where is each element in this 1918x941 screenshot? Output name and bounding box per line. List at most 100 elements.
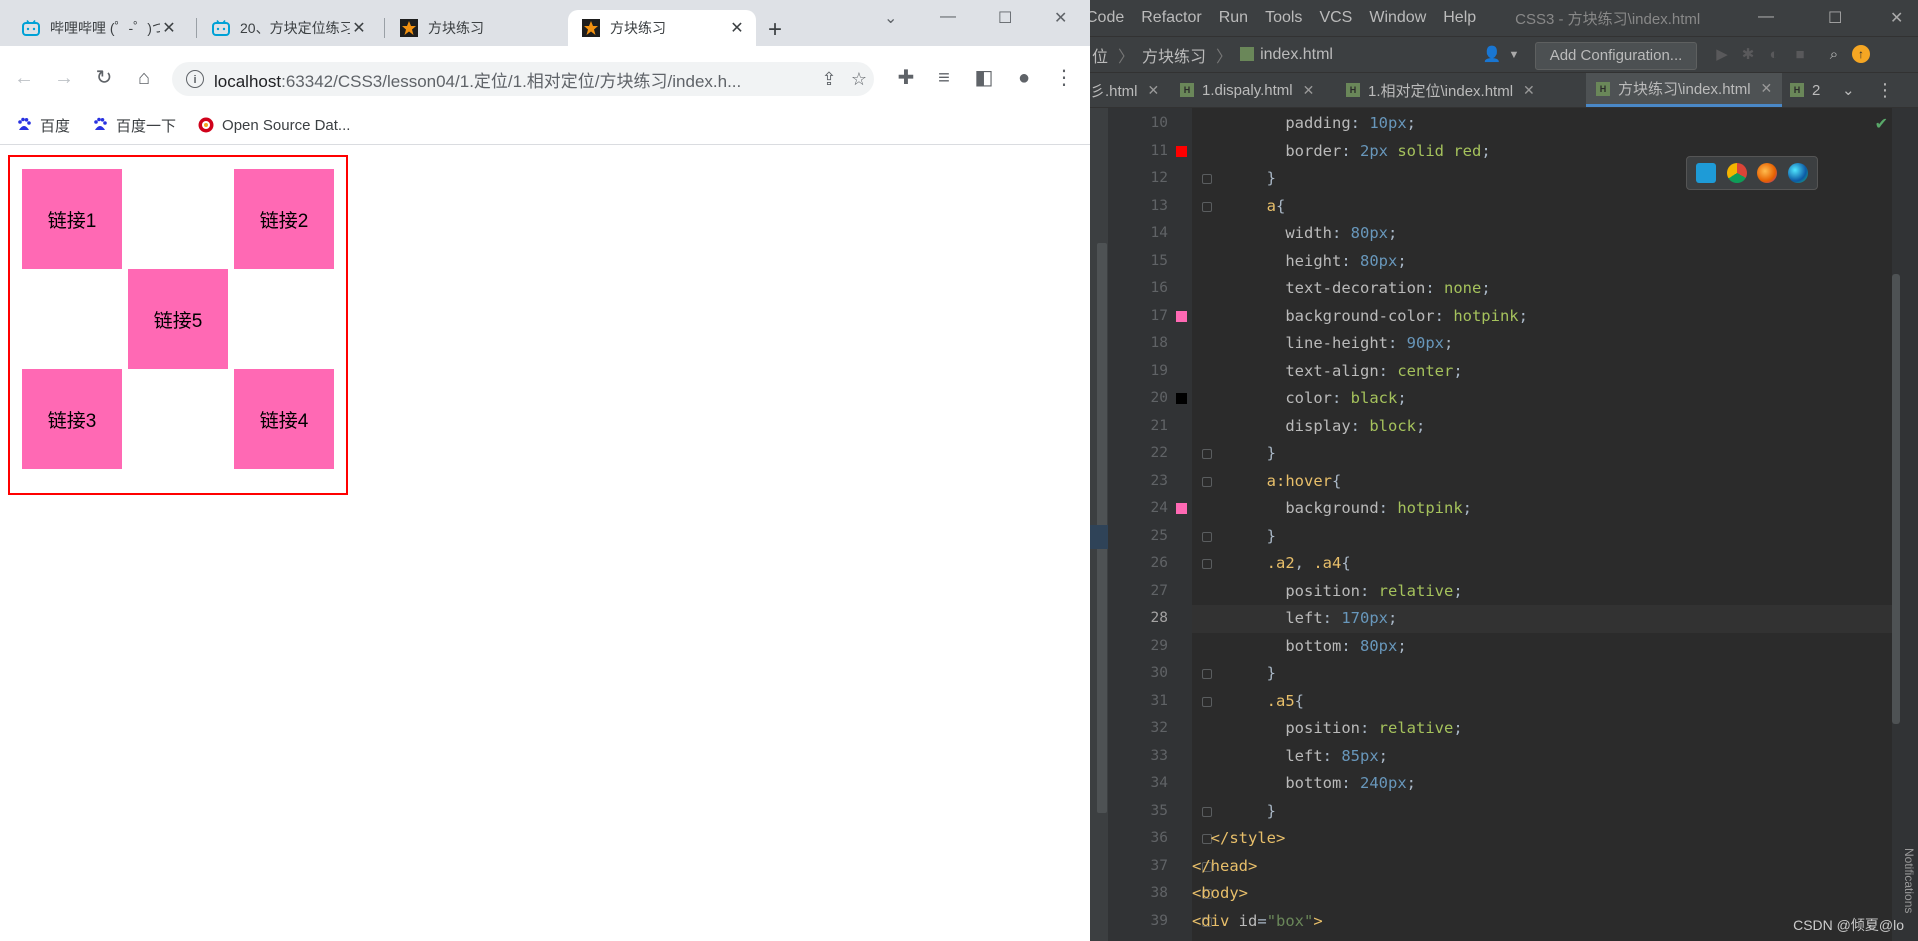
tab-exercise-2-active[interactable]: 方块练习 ✕ [568,10,756,46]
minimize-icon[interactable]: — [1758,8,1774,26]
code-line[interactable]: position: relative; [1192,578,1892,606]
menu-code[interactable]: Code [1090,9,1124,27]
code-line[interactable]: background-color: hotpink; [1192,303,1892,331]
code-line[interactable]: .a2, .a4{ [1192,550,1892,578]
link-4[interactable]: 链接4 [234,369,334,469]
tab-exercise-1[interactable]: 方块练习 [386,10,566,46]
color-swatch-icon[interactable] [1176,393,1187,404]
color-swatch-icon[interactable] [1176,145,1187,157]
code-line[interactable]: } [1192,523,1892,551]
link-1[interactable]: 链接1 [22,169,122,269]
media-icon[interactable]: ≡ [930,64,958,92]
chrome-icon[interactable] [1726,163,1747,183]
link-5[interactable]: 链接5 [128,269,228,369]
breadcrumb-folder[interactable]: 方块练习 [1142,43,1206,67]
more-menu-icon[interactable]: ⋮ [1050,64,1078,92]
inspection-ok-icon[interactable]: ✔ [1875,114,1888,134]
menu-run[interactable]: Run [1219,9,1248,27]
code-line[interactable]: } [1192,440,1892,468]
code-line[interactable]: height: 80px; [1192,248,1892,276]
code-line[interactable]: width: 80px; [1192,220,1892,248]
breadcrumb-file[interactable]: index.html [1240,46,1333,64]
firefox-icon[interactable] [1757,163,1778,183]
close-icon[interactable]: ✕ [1523,82,1535,99]
bookmark-baidu-search[interactable]: 百度一下 [92,115,176,136]
close-icon[interactable]: ✕ [1761,80,1773,97]
info-icon[interactable]: i [186,70,204,88]
file-tab[interactable]: H 1.dispaly.html ✕ [1180,73,1314,107]
code-line[interactable]: a:hover{ [1192,468,1892,496]
code-line[interactable]: a{ [1192,193,1892,221]
forward-icon[interactable]: → [50,64,78,92]
file-tab[interactable]: H2 [1790,73,1820,107]
code-line[interactable]: background: hotpink; [1192,495,1892,523]
link-2[interactable]: 链接2 [234,169,334,269]
file-tab[interactable]: 彡.html ✕ [1090,73,1159,107]
webstorm-icon[interactable] [1696,163,1717,183]
menu-vcs[interactable]: VCS [1319,9,1352,27]
run-icon[interactable]: ▶ [1712,45,1732,65]
breadcrumb-folder[interactable]: 位 [1092,43,1108,67]
reload-icon[interactable]: ↻ [90,64,118,92]
side-panel-icon[interactable]: ◧ [970,64,998,92]
tab-bilibili-video[interactable]: 20、方块定位练习_哔哩哔哩_bilibili ✕ [198,10,378,46]
debug-icon[interactable]: ✱ [1738,45,1758,65]
close-window-icon[interactable]: ✕ [1054,8,1067,28]
file-tab-active[interactable]: H 方块练习\index.html ✕ [1586,73,1783,107]
back-icon[interactable]: ← [10,64,38,92]
add-configuration-button[interactable]: Add Configuration... [1535,42,1697,70]
user-icon[interactable]: 👤 [1482,45,1502,65]
minimize-icon[interactable]: — [940,8,956,26]
close-icon[interactable]: ✕ [160,18,178,38]
close-icon[interactable]: ✕ [1148,82,1160,99]
link-3[interactable]: 链接3 [22,369,122,469]
color-swatch-icon[interactable] [1176,503,1187,514]
menu-window[interactable]: Window [1369,9,1426,27]
menu-tools[interactable]: Tools [1265,9,1302,27]
code-line[interactable]: text-decoration: none; [1192,275,1892,303]
chevron-down-icon[interactable]: ▼ [1504,45,1524,65]
code-line[interactable]: display: block; [1192,413,1892,441]
extensions-icon[interactable]: ✚ [892,64,920,92]
maximize-icon[interactable]: ☐ [998,8,1012,28]
file-tab[interactable]: H 1.相对定位\index.html ✕ [1346,73,1535,107]
code-line[interactable]: text-align: center; [1192,358,1892,386]
menu-help[interactable]: Help [1443,9,1476,27]
notifications-tool-window[interactable]: Notifications [1896,848,1916,913]
share-icon[interactable]: ⇪ [814,69,844,90]
close-icon[interactable]: ✕ [1303,82,1315,99]
edge-icon[interactable] [1787,163,1808,183]
more-menu-icon[interactable]: ⋮ [1876,73,1894,107]
code-line[interactable]: bottom: 240px; [1192,770,1892,798]
bookmark-star-icon[interactable]: ☆ [844,69,874,90]
editor-scrollbar-thumb[interactable] [1892,274,1900,724]
tab-list-chevron-icon[interactable]: ⌄ [1842,73,1855,107]
code-line[interactable]: <body> [1192,880,1892,908]
close-icon[interactable]: ✕ [728,18,746,38]
tab-search-icon[interactable]: ⌄ [884,8,897,28]
tab-bilibili-home[interactable]: 哔哩哔哩 (゜-゜)つロ 干杯~-bilibili ✕ [8,10,188,46]
url-text[interactable]: localhost:63342/CSS3/lesson04/1.定位/1.相对定… [214,67,814,92]
code-line[interactable]: line-height: 90px; [1192,330,1892,358]
code-line[interactable]: } [1192,798,1892,826]
code-line[interactable]: </head> [1192,853,1892,881]
new-tab-button[interactable]: + [768,18,782,42]
close-window-icon[interactable]: ✕ [1890,8,1903,28]
bookmark-open-source-db[interactable]: Open Source Dat... [198,117,350,134]
address-bar[interactable]: i localhost:63342/CSS3/lesson04/1.定位/1.相… [172,62,874,96]
code-line[interactable]: .a5{ [1192,688,1892,716]
code-line[interactable]: } [1192,660,1892,688]
close-icon[interactable]: ✕ [350,18,368,38]
search-icon[interactable]: ⌕ [1824,45,1844,65]
update-icon[interactable]: ↑ [1852,45,1870,63]
coverage-icon[interactable]: ◐ [1764,45,1784,65]
stop-icon[interactable]: ■ [1790,45,1810,65]
color-swatch-icon[interactable] [1176,310,1187,322]
bookmark-baidu[interactable]: 百度 [16,115,70,136]
code-line[interactable]: color: black; [1192,385,1892,413]
home-icon[interactable]: ⌂ [130,64,158,92]
code-line[interactable]: padding: 10px; [1192,110,1892,138]
code-line[interactable]: bottom: 80px; [1192,633,1892,661]
code-line[interactable]: <div id="box"> [1192,908,1892,936]
menu-refactor[interactable]: Refactor [1141,9,1201,27]
